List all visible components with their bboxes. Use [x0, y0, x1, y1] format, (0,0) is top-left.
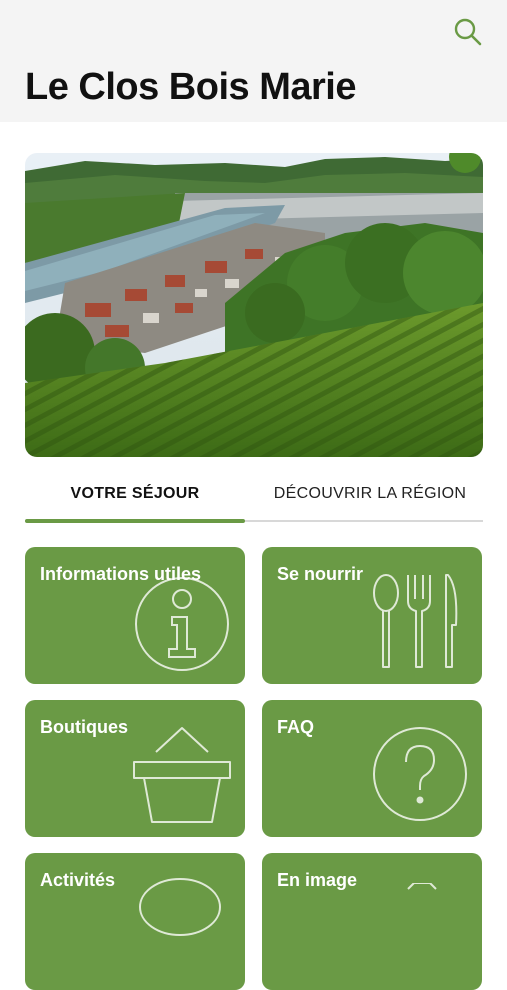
hero-image	[25, 153, 483, 457]
tile-faq[interactable]: FAQ	[262, 700, 482, 837]
tile-label: En image	[277, 870, 358, 890]
info-icon	[135, 577, 229, 671]
camera-icon	[407, 883, 437, 890]
question-icon	[373, 727, 467, 821]
page-title: Le Clos Bois Marie	[25, 66, 356, 108]
tile-activites[interactable]: Activités	[25, 853, 245, 990]
tile-informations-utiles[interactable]: Informations utiles	[25, 547, 245, 684]
tile-boutiques[interactable]: Boutiques	[25, 700, 245, 837]
tile-label: FAQ	[277, 717, 315, 737]
tile-label: Informations utiles	[40, 564, 202, 584]
tile-se-nourrir[interactable]: Se nourrir	[262, 547, 482, 684]
tile-en-image[interactable]: En image	[262, 853, 482, 990]
app-header: Le Clos Bois Marie	[0, 0, 507, 122]
search-button[interactable]	[451, 15, 485, 49]
tile-label: Boutiques	[40, 717, 128, 737]
active-tab-indicator	[25, 519, 245, 523]
section-tabs: VOTRE SÉJOUR DÉCOUVRIR LA RÉGION	[25, 472, 483, 523]
tab-decouvrir-la-region[interactable]: DÉCOUVRIR LA RÉGION	[257, 472, 483, 516]
basket-icon	[133, 727, 231, 823]
search-icon	[454, 18, 482, 46]
tile-label: Activités	[40, 870, 116, 890]
tab-votre-sejour[interactable]: VOTRE SÉJOUR	[25, 472, 245, 516]
tile-label: Se nourrir	[277, 564, 364, 584]
